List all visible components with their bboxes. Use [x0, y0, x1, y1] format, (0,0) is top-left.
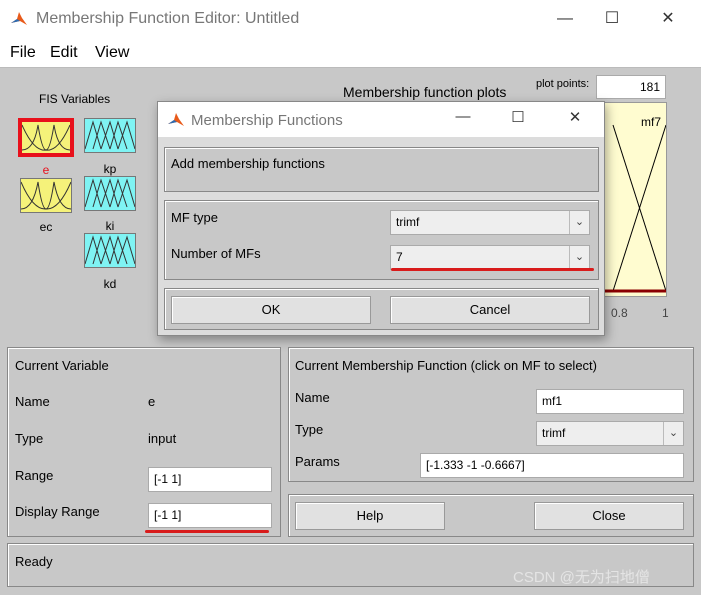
display-range-input[interactable]: [-1 1] — [148, 503, 272, 528]
mf-curves-icon — [20, 181, 72, 210]
ok-button[interactable]: OK — [171, 296, 371, 324]
num-mfs-label: Number of MFs — [171, 246, 261, 261]
current-mf-panel: Current Membership Function (click on MF… — [288, 347, 694, 482]
chevron-down-icon: ⌄ — [569, 211, 589, 234]
status-text: Ready — [15, 554, 53, 569]
menu-view[interactable]: View — [95, 44, 129, 62]
chevron-down-icon: ⌄ — [663, 422, 683, 445]
dialog-title: Membership Functions — [191, 112, 343, 129]
membership-functions-dialog: Membership Functions — ☐ ✕ Add membershi… — [157, 101, 605, 336]
var-name-label: Name — [15, 394, 50, 409]
output-variable-ki[interactable] — [84, 176, 136, 211]
help-button[interactable]: Help — [295, 502, 445, 530]
mf-type-label: MF type — [171, 210, 218, 225]
input-label-ec: ec — [39, 220, 53, 234]
watermark: CSDN @无为扫地僧 — [513, 569, 650, 586]
cancel-button[interactable]: Cancel — [390, 296, 590, 324]
annotation-underline — [391, 268, 594, 271]
plot-points-label: plot points: — [536, 78, 590, 90]
output-label-ki: ki — [105, 219, 115, 233]
x-tick-0-8: 0.8 — [611, 306, 628, 320]
fis-variables-heading: FIS Variables — [39, 92, 111, 106]
annotation-underline — [145, 530, 269, 533]
current-variable-panel: Current Variable Name e Type input Range… — [7, 347, 281, 537]
dialog-heading-panel: Add membership functions — [164, 147, 599, 192]
output-variable-kp[interactable] — [84, 118, 136, 153]
plot-points-input[interactable]: 181 — [596, 75, 666, 99]
window-title: Membership Function Editor: Untitled — [36, 10, 300, 27]
var-range-label: Range — [15, 468, 54, 483]
mf-triangles-icon — [84, 120, 136, 150]
mf-name-label: Name — [295, 390, 330, 405]
params-input[interactable]: [-1.333 -1 -0.6667] — [420, 453, 684, 478]
input-variable-e[interactable] — [18, 118, 74, 157]
output-label-kp: kp — [103, 162, 117, 176]
mf-triangles-icon — [84, 235, 136, 265]
mf-type-dropdown-main[interactable]: trimf ⌄ — [536, 421, 684, 446]
mf-curves-icon — [21, 124, 71, 151]
mf-triangles-icon — [84, 178, 136, 208]
dialog-settings-panel: MF type trimf ⌄ Number of MFs 7 ⌄ — [164, 200, 599, 280]
dialog-maximize-button[interactable]: ☐ — [503, 108, 533, 126]
output-variable-kd[interactable] — [84, 233, 136, 268]
mf-type-value-main: trimf — [542, 426, 566, 440]
dialog-buttons-panel: OK Cancel — [164, 288, 599, 330]
x-tick-1: 1 — [662, 306, 669, 320]
matlab-logo-icon — [11, 12, 27, 25]
title-bar: Membership Function Editor: Untitled — ☐… — [0, 0, 701, 38]
plot-title: Membership function plots — [343, 84, 507, 100]
mf-type-value: trimf — [396, 215, 420, 229]
var-name-value: e — [148, 394, 156, 409]
current-variable-heading: Current Variable — [15, 358, 109, 373]
help-close-panel: Help Close — [288, 494, 694, 537]
current-mf-heading: Current Membership Function (click on MF… — [295, 358, 597, 373]
var-type-label: Type — [15, 431, 44, 446]
maximize-button[interactable]: ☐ — [589, 6, 635, 32]
output-label-kd: kd — [103, 277, 117, 291]
input-variable-ec[interactable] — [20, 178, 72, 213]
num-mfs-value: 7 — [396, 250, 403, 264]
dialog-minimize-button[interactable]: — — [448, 108, 478, 125]
menu-bar: File Edit View — [0, 38, 701, 68]
mf7-label[interactable]: mf7 — [641, 115, 661, 129]
minimize-button[interactable]: — — [542, 6, 588, 32]
params-label: Params — [295, 454, 340, 469]
mf-type-label-main: Type — [295, 422, 324, 437]
range-input[interactable]: [-1 1] — [148, 467, 272, 492]
input-label-e: e — [42, 163, 50, 177]
num-mfs-dropdown[interactable]: 7 ⌄ — [390, 245, 590, 270]
dialog-heading: Add membership functions — [171, 156, 325, 171]
mf-name-input[interactable]: mf1 — [536, 389, 684, 414]
var-type-value: input — [148, 431, 177, 446]
matlab-logo-icon — [168, 113, 184, 126]
close-button[interactable]: Close — [534, 502, 684, 530]
display-range-label: Display Range — [15, 504, 100, 519]
menu-edit[interactable]: Edit — [50, 44, 78, 62]
close-window-button[interactable]: ✕ — [645, 6, 691, 32]
dialog-close-button[interactable]: ✕ — [560, 108, 590, 126]
chevron-down-icon: ⌄ — [569, 246, 589, 269]
dialog-title-bar: Membership Functions — ☐ ✕ — [158, 102, 604, 137]
mf-type-dropdown[interactable]: trimf ⌄ — [390, 210, 590, 235]
menu-file[interactable]: File — [10, 44, 36, 62]
